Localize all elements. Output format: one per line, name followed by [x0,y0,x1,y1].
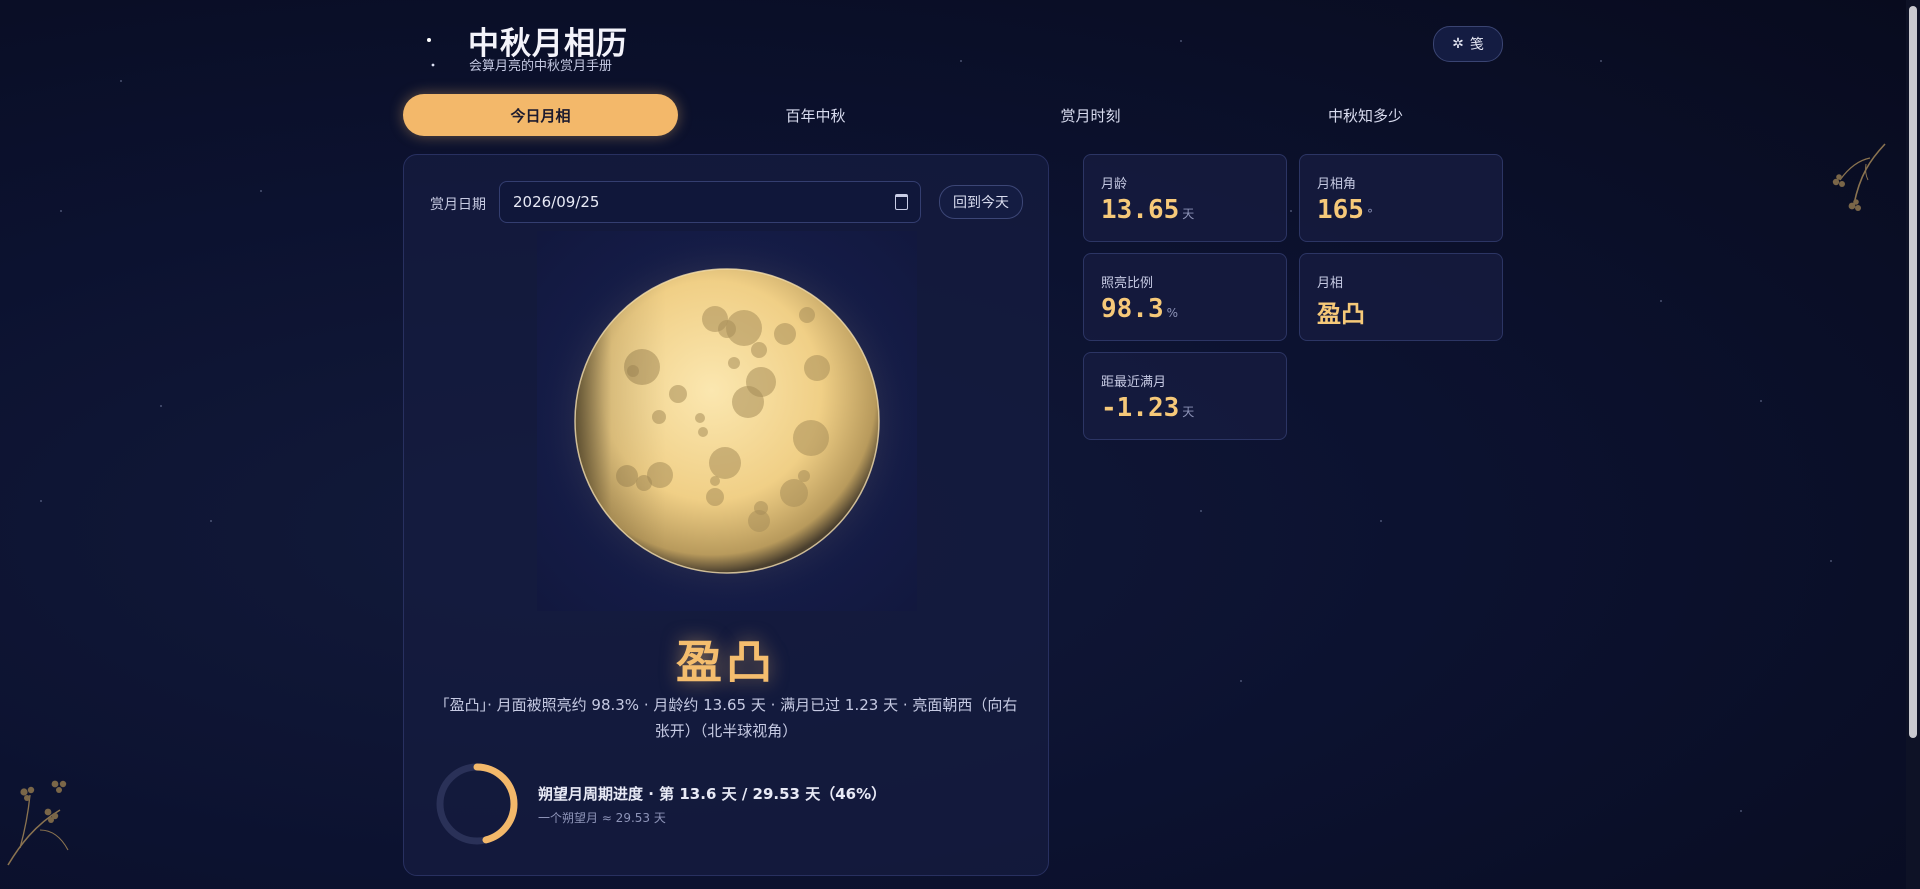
stat-value: 盈凸 [1317,300,1365,328]
star [1830,560,1832,562]
star [1760,400,1762,402]
star [1380,520,1382,522]
osmanthus-branch-icon [7,780,69,866]
star [1290,210,1292,212]
stat-label: 照亮比例 [1101,276,1154,291]
date-input[interactable]: 2026/09/25 [499,181,921,223]
moon-phase-card: 赏月日期 2026/09/25 回到今天 盈凸 「盈凸」· 月面被照亮约 98.… [403,154,1049,876]
main-tabs: 今日月相 百年中秋 赏月时刻 中秋知多少 [403,94,1503,136]
page-scrollbar[interactable] [1906,0,1920,889]
date-label: 赏月日期 [430,197,486,213]
star [160,405,162,407]
tab-midautumn-trivia[interactable]: 中秋知多少 [1228,94,1503,136]
star [210,520,212,522]
stat-label: 月相角 [1317,177,1357,192]
stat-label: 月龄 [1101,177,1128,192]
page-subtitle: 会算月亮的中秋赏月手册 [469,59,613,74]
tab-century-midautumn[interactable]: 百年中秋 [678,94,953,136]
phase-description: 「盈凸」· 月面被照亮约 98.3% · 月龄约 13.65 天 · 满月已过 … [434,696,1018,740]
star [1240,680,1242,682]
lantern-toggle-button[interactable]: ✲ 笺 [1433,26,1503,62]
stat-value: -1.23 天 [1101,393,1195,423]
stat-label: 月相 [1317,276,1344,291]
stars-logo-icon [427,38,435,67]
star [120,80,122,82]
lantern-label: 笺 [1469,37,1484,53]
star [260,190,262,192]
cycle-progress-ring [434,761,520,847]
cycle-progress-title: 朔望月周期进度 · 第 13.6 天 / 29.53 天（46%） [538,785,887,803]
stat-moon-age: 月龄 13.65 天 [1083,154,1287,242]
phase-name: 盈凸 [676,635,776,689]
scrollbar-thumb[interactable] [1909,6,1917,738]
star [60,210,62,212]
osmanthus-branch-icon [1832,143,1886,211]
stat-value: 13.65 天 [1101,195,1195,225]
date-value: 2026/09/25 [513,193,600,211]
stat-nearest-full-moon: 距最近满月 -1.23 天 [1083,352,1287,440]
tab-today-phase[interactable]: 今日月相 [403,94,678,136]
star [1740,810,1742,812]
star [40,500,42,502]
tab-viewing-times[interactable]: 赏月时刻 [953,94,1228,136]
stat-label: 距最近满月 [1101,375,1167,390]
cycle-progress-note: 一个朔望月 ≈ 29.53 天 [538,811,666,825]
app-header: 中秋月相历 会算月亮的中秋赏月手册 ✲ 笺 [403,18,1503,74]
calendar-icon[interactable] [895,194,908,210]
back-to-today-button[interactable]: 回到今天 [939,185,1023,219]
sparkle-icon: ✲ [1452,36,1464,52]
stat-phase-angle: 月相角 165 ° [1299,154,1503,242]
stat-illumination: 照亮比例 98.3% [1083,253,1287,341]
star [1200,510,1202,512]
stat-value: 165 ° [1317,195,1373,225]
star [1660,300,1662,302]
stat-phase: 月相 盈凸 [1299,253,1503,341]
moon-image [537,231,917,611]
star [1600,60,1602,62]
stat-value: 98.3% [1101,294,1179,324]
